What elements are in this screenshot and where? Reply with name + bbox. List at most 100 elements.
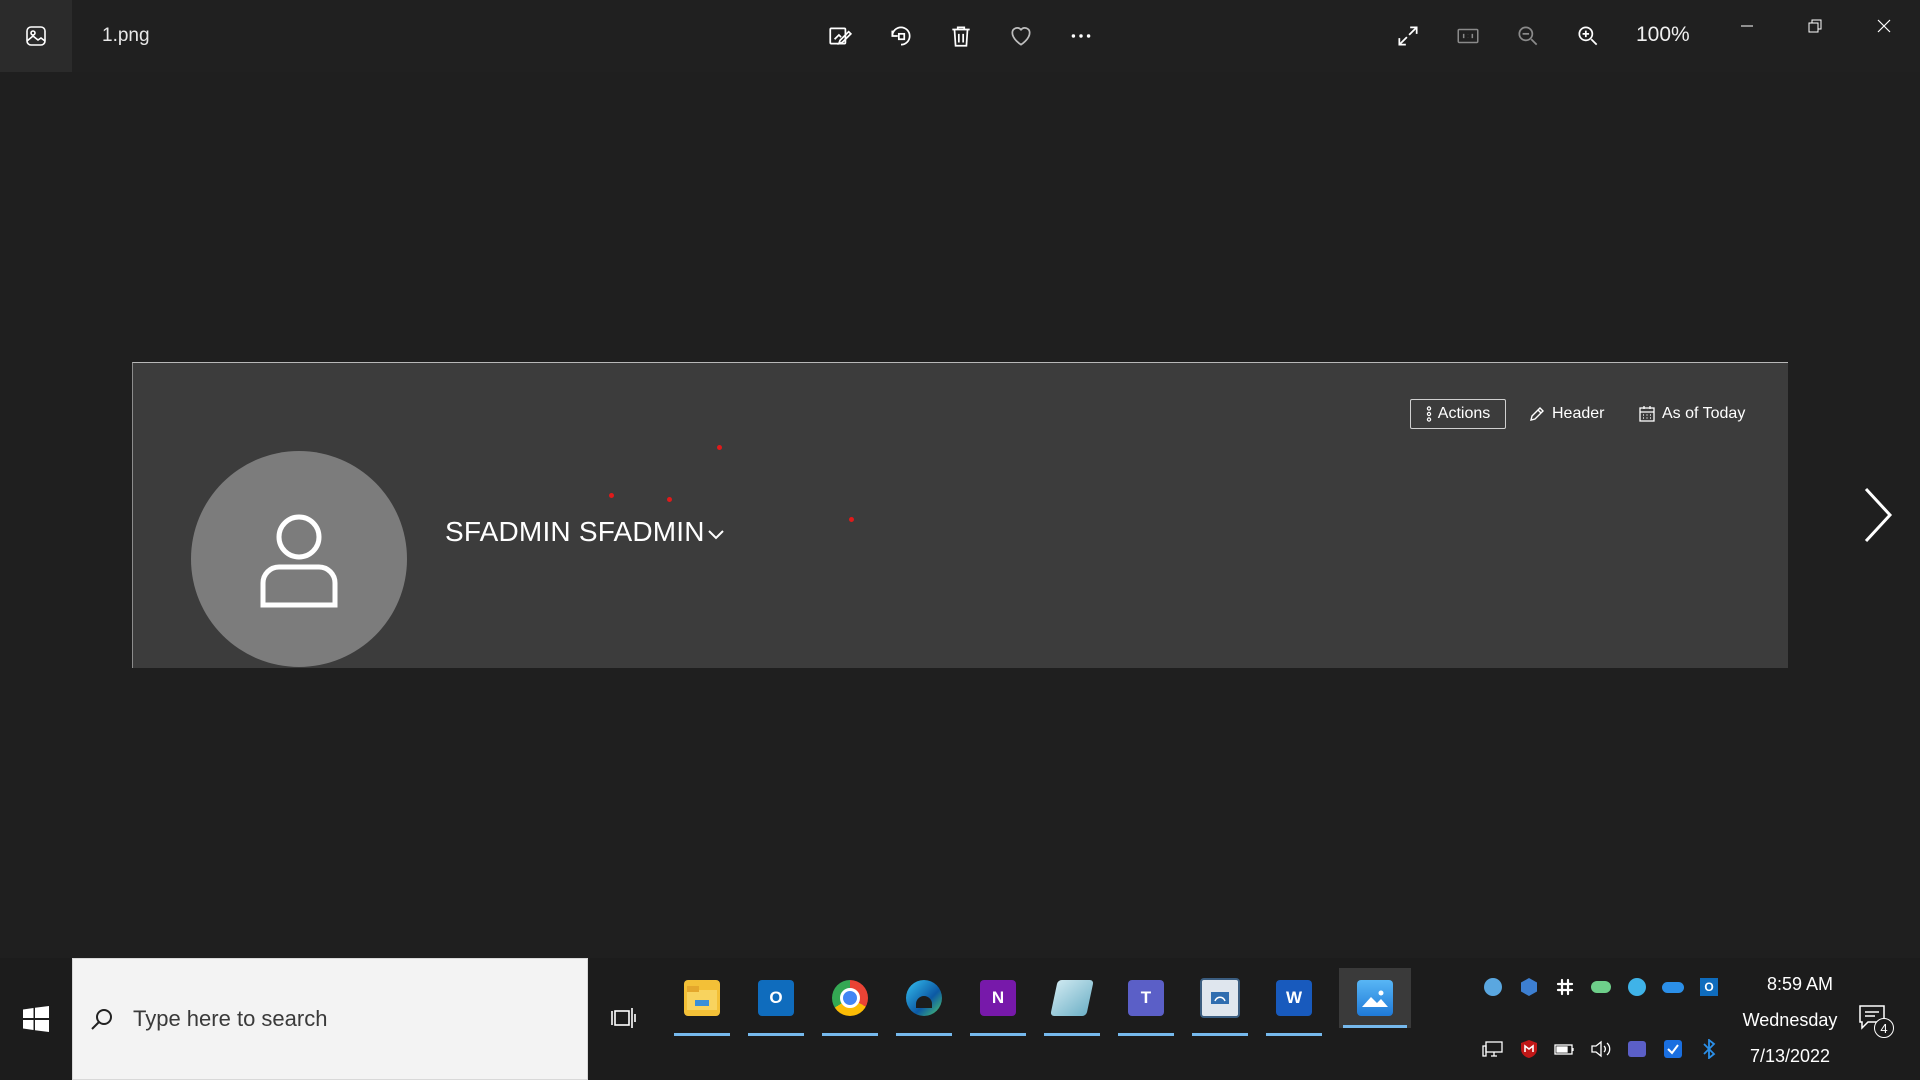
app-icon xyxy=(1050,980,1094,1016)
rotate-icon xyxy=(891,26,911,46)
zoom-in-button[interactable] xyxy=(1570,18,1606,54)
battery-icon[interactable] xyxy=(1554,1038,1576,1060)
taskbar-teams[interactable]: T xyxy=(1114,968,1178,1036)
outlook-tray-icon[interactable]: O xyxy=(1698,976,1720,998)
running-indicator xyxy=(1266,1033,1322,1036)
search-icon xyxy=(91,1009,112,1030)
chrome-icon xyxy=(832,980,868,1016)
outlook-icon: O xyxy=(758,980,794,1016)
mcafee-icon[interactable] xyxy=(1518,1038,1540,1060)
clock-date[interactable]: 7/13/2022 xyxy=(1730,1046,1850,1067)
zoom-in-icon xyxy=(1578,26,1598,46)
action-center-button[interactable]: 4 xyxy=(1858,1004,1894,1040)
onenote-icon: N xyxy=(980,980,1016,1016)
taskbar-word[interactable]: W xyxy=(1262,968,1326,1036)
word-icon: W xyxy=(1276,980,1312,1016)
photos-app-icon xyxy=(0,0,72,72)
zoom-out-button[interactable] xyxy=(1510,18,1546,54)
delete-icon xyxy=(952,26,970,47)
actions-button: Actions xyxy=(1410,399,1506,429)
taskbar-edge[interactable] xyxy=(892,968,956,1036)
tray-hexagon-icon[interactable] xyxy=(1518,976,1540,998)
full-screen-button[interactable] xyxy=(1390,18,1426,54)
minimize-icon xyxy=(1741,25,1753,27)
task-view-button[interactable] xyxy=(602,996,646,1040)
clock-day[interactable]: Wednesday xyxy=(1730,1010,1850,1031)
chevron-down-icon xyxy=(708,530,724,540)
restore-button[interactable] xyxy=(1795,12,1835,40)
minimize-button[interactable] xyxy=(1727,12,1767,40)
task-view-icon xyxy=(611,1008,636,1028)
edge-icon xyxy=(906,980,942,1016)
header-label: Header xyxy=(1552,405,1605,422)
display-icon[interactable] xyxy=(1482,1038,1504,1060)
delete-button[interactable] xyxy=(943,18,979,54)
next-image-button[interactable] xyxy=(1856,480,1900,550)
taskbar-outlook[interactable]: O xyxy=(744,968,808,1036)
actual-size-icon xyxy=(1457,28,1479,44)
actual-size-button[interactable] xyxy=(1450,18,1486,54)
security-check-icon[interactable] xyxy=(1662,1038,1684,1060)
restore-icon xyxy=(1808,19,1822,33)
annotation-dot xyxy=(849,517,854,522)
running-indicator xyxy=(1044,1033,1100,1036)
edit-image-icon xyxy=(829,27,853,45)
running-indicator xyxy=(748,1033,804,1036)
running-indicator xyxy=(896,1033,952,1036)
annotation-dot xyxy=(667,497,672,502)
close-button[interactable] xyxy=(1864,12,1904,40)
taskbar: O N T W xyxy=(0,958,1920,1080)
taskbar-photos[interactable] xyxy=(1339,968,1411,1028)
start-button[interactable] xyxy=(0,958,72,1080)
photos-icon xyxy=(1357,980,1393,1016)
folder-icon xyxy=(684,980,720,1016)
tray-app-icon[interactable] xyxy=(1482,976,1504,998)
volume-icon[interactable] xyxy=(1590,1038,1612,1060)
chevron-right-icon xyxy=(1864,487,1893,543)
annotation-dot xyxy=(609,493,614,498)
heart-icon xyxy=(1011,27,1031,46)
taskbar-remote-desktop[interactable] xyxy=(1188,968,1252,1036)
search-input[interactable] xyxy=(131,1005,555,1033)
clock-time[interactable]: 8:59 AM xyxy=(1740,974,1860,995)
teams-icon: T xyxy=(1128,980,1164,1016)
more-options-button[interactable] xyxy=(1063,18,1099,54)
user-icon xyxy=(260,514,338,608)
as-of-date-button: As of Today xyxy=(1638,399,1745,429)
taskbar-search[interactable] xyxy=(72,958,588,1080)
onedrive-icon[interactable] xyxy=(1662,976,1684,998)
taskbar-onenote[interactable]: N xyxy=(966,968,1030,1036)
vertical-dots-icon xyxy=(1426,406,1431,422)
avatar xyxy=(191,451,407,667)
taskbar-app[interactable] xyxy=(1040,968,1104,1036)
edit-image-button[interactable] xyxy=(822,18,858,54)
slack-icon[interactable] xyxy=(1554,976,1576,998)
running-indicator xyxy=(1118,1033,1174,1036)
zoom-level[interactable]: 100% xyxy=(1636,23,1690,47)
running-indicator xyxy=(970,1033,1026,1036)
photos-title-bar: 1.png 100% xyxy=(0,0,1920,72)
tray-globe-icon[interactable] xyxy=(1626,976,1648,998)
running-indicator xyxy=(674,1033,730,1036)
actions-label: Actions xyxy=(1437,405,1491,422)
network-cloud-icon[interactable] xyxy=(1590,976,1612,998)
annotation-dot xyxy=(717,445,722,450)
close-icon xyxy=(1877,19,1891,33)
taskbar-chrome[interactable] xyxy=(818,968,882,1036)
running-indicator xyxy=(1192,1033,1248,1036)
calendar-icon xyxy=(1639,406,1655,422)
bluetooth-icon[interactable] xyxy=(1698,1038,1720,1060)
notification-badge: 4 xyxy=(1874,1018,1894,1038)
rotate-button[interactable] xyxy=(883,18,919,54)
taskbar-file-explorer[interactable] xyxy=(670,968,734,1036)
displayed-image: SFADMIN SFADMIN Actions Header As of Tod… xyxy=(132,362,1788,668)
active-indicator xyxy=(1343,1025,1407,1028)
windows-logo-icon xyxy=(23,1006,49,1032)
user-name: SFADMIN SFADMIN xyxy=(445,516,705,547)
pencil-icon xyxy=(1530,407,1544,421)
more-icon xyxy=(1071,34,1091,38)
favorite-button[interactable] xyxy=(1003,18,1039,54)
file-name: 1.png xyxy=(102,25,150,46)
teams-tray-icon[interactable] xyxy=(1626,1038,1648,1060)
as-of-label: As of Today xyxy=(1662,405,1746,422)
